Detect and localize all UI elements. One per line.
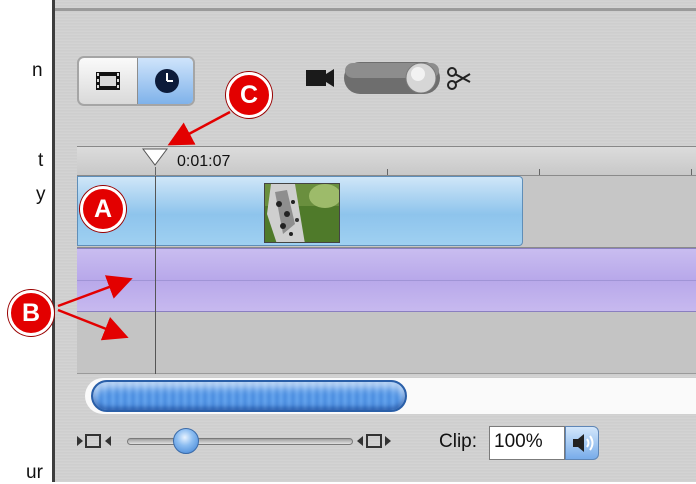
callout-c: C [226, 72, 272, 118]
callout-b: B [8, 290, 54, 336]
callout-a: A [80, 186, 126, 232]
annotation-arrows [57, 110, 231, 341]
